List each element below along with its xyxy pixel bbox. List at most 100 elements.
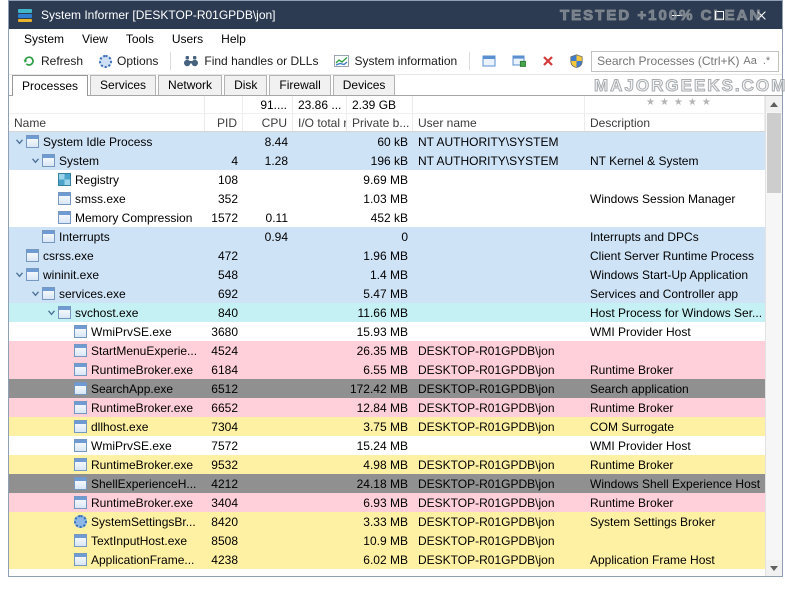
scroll-up-button[interactable] — [766, 96, 782, 112]
table-row[interactable]: TextInputHost.exe 8508 10.9 MB DESKTOP-R… — [9, 531, 765, 550]
table-row[interactable]: SystemSettingsBr... 8420 3.33 MB DESKTOP… — [9, 512, 765, 531]
column-header-io[interactable]: I/O total r... — [293, 114, 347, 131]
column-header-user-name[interactable]: User name — [413, 114, 585, 131]
tab-devices[interactable]: Devices — [333, 75, 396, 95]
table-row[interactable]: RuntimeBroker.exe 9532 4.98 MB DESKTOP-R… — [9, 455, 765, 474]
table-row[interactable]: WmiPrvSE.exe 7572 15.24 MB WMI Provider … — [9, 436, 765, 455]
column-header-pid[interactable]: PID — [205, 114, 243, 131]
private-bytes-cell: 6.02 MB — [347, 550, 413, 569]
maximize-button[interactable] — [698, 1, 740, 29]
table-row[interactable]: Interrupts 0.94 0 Interrupts and DPCs — [9, 227, 765, 246]
process-name: WmiPrvSE.exe — [91, 439, 172, 453]
user-name-cell: DESKTOP-R01GPDB\jon — [413, 360, 585, 379]
menu-tools[interactable]: Tools — [117, 29, 163, 48]
app-window-icon — [42, 154, 55, 167]
name-cell: Memory Compression — [9, 208, 205, 227]
cpu-cell: 0.11 — [243, 208, 293, 227]
process-name: System Idle Process — [43, 135, 152, 149]
private-bytes-cell: 5.47 MB — [347, 284, 413, 303]
table-row[interactable]: services.exe 692 5.47 MB Services and Co… — [9, 284, 765, 303]
description-cell: Runtime Broker — [585, 493, 765, 512]
table-row[interactable]: svchost.exe 840 11.66 MB Host Process fo… — [9, 303, 765, 322]
menu-view[interactable]: View — [73, 29, 117, 48]
table-row[interactable]: RuntimeBroker.exe 6184 6.55 MB DESKTOP-R… — [9, 360, 765, 379]
app-window-icon — [26, 135, 39, 148]
tab-network[interactable]: Network — [158, 75, 222, 95]
table-row[interactable]: SearchApp.exe 6512 172.42 MB DESKTOP-R01… — [9, 379, 765, 398]
options-button[interactable]: Options — [91, 50, 166, 72]
search-box: Aa .* — [591, 51, 779, 72]
match-case-toggle[interactable]: Aa — [740, 55, 759, 67]
app-window-icon — [74, 420, 87, 433]
pid-cell: 6652 — [205, 398, 243, 417]
description-cell: COM Surrogate — [585, 417, 765, 436]
pid-cell: 548 — [205, 265, 243, 284]
cpu-cell — [243, 512, 293, 531]
expand-chevron-icon[interactable] — [13, 137, 26, 146]
table-row[interactable]: RuntimeBroker.exe 3404 6.93 MB DESKTOP-R… — [9, 493, 765, 512]
system-information-button[interactable]: System information — [326, 50, 465, 72]
table-row[interactable]: System Idle Process 8.44 60 kB NT AUTHOR… — [9, 132, 765, 151]
expand-chevron-icon[interactable] — [45, 308, 58, 317]
table-row[interactable]: StartMenuExperie... 4524 26.35 MB DESKTO… — [9, 341, 765, 360]
table-row[interactable]: System 4 1.28 196 kB NT AUTHORITY\SYSTEM… — [9, 151, 765, 170]
column-header-cpu[interactable]: CPU — [243, 114, 293, 131]
column-header-description[interactable]: Description — [585, 114, 765, 131]
window-new-icon — [512, 55, 526, 67]
scroll-down-button[interactable] — [766, 560, 782, 576]
name-cell: svchost.exe — [9, 303, 205, 322]
app-window: System Informer [DESKTOP-R01GPDB\jon] Sy… — [8, 0, 783, 577]
refresh-button[interactable]: Refresh — [14, 50, 91, 72]
minimize-button[interactable] — [656, 1, 698, 29]
elevate-button[interactable] — [562, 50, 591, 72]
menu-help[interactable]: Help — [212, 29, 255, 48]
table-row[interactable]: ApplicationFrame... 4238 6.02 MB DESKTOP… — [9, 550, 765, 569]
table-row[interactable]: csrss.exe 472 1.96 MB Client Server Runt… — [9, 246, 765, 265]
private-bytes-cell: 6.55 MB — [347, 360, 413, 379]
new-window-button[interactable] — [504, 51, 534, 71]
menu-users[interactable]: Users — [163, 29, 212, 48]
tab-processes[interactable]: Processes — [12, 75, 88, 96]
private-bytes-cell: 9.69 MB — [347, 170, 413, 189]
close-button[interactable] — [740, 1, 782, 29]
process-name: StartMenuExperie... — [91, 344, 197, 358]
registry-icon — [58, 173, 71, 186]
search-input[interactable] — [597, 54, 740, 68]
delete-button[interactable] — [534, 51, 562, 71]
vertical-scrollbar[interactable] — [765, 96, 782, 576]
column-header-private-bytes[interactable]: Private b... — [347, 114, 413, 131]
expand-chevron-icon[interactable] — [29, 156, 42, 165]
tab-firewall[interactable]: Firewall — [269, 75, 330, 95]
column-header-name[interactable]: Name — [9, 114, 205, 131]
app-window-icon — [74, 458, 87, 471]
find-handles-button[interactable]: Find handles or DLLs — [175, 50, 326, 72]
table-row[interactable]: WmiPrvSE.exe 3680 15.93 MB WMI Provider … — [9, 322, 765, 341]
table-row[interactable]: RuntimeBroker.exe 6652 12.84 MB DESKTOP-… — [9, 398, 765, 417]
process-name: RuntimeBroker.exe — [91, 363, 193, 377]
regex-toggle[interactable]: .* — [760, 55, 773, 67]
uac-shield-icon — [570, 54, 583, 68]
table-row[interactable]: smss.exe 352 1.03 MB Windows Session Man… — [9, 189, 765, 208]
table-row[interactable]: dllhost.exe 7304 3.75 MB DESKTOP-R01GPDB… — [9, 417, 765, 436]
tab-services[interactable]: Services — [90, 75, 156, 95]
table-row[interactable]: wininit.exe 548 1.4 MB Windows Start-Up … — [9, 265, 765, 284]
tab-disk[interactable]: Disk — [224, 75, 267, 95]
private-bytes-cell: 196 kB — [347, 151, 413, 170]
window-button[interactable] — [474, 51, 504, 71]
scroll-thumb[interactable] — [767, 113, 781, 193]
process-name: services.exe — [59, 287, 126, 301]
expand-chevron-icon[interactable] — [13, 270, 26, 279]
table-row[interactable]: ShellExperienceH... 4212 24.18 MB DESKTO… — [9, 474, 765, 493]
table-row[interactable]: Memory Compression 1572 0.11 452 kB — [9, 208, 765, 227]
process-name: wininit.exe — [43, 268, 99, 282]
expand-chevron-icon[interactable] — [29, 289, 42, 298]
process-name: csrss.exe — [43, 249, 94, 263]
table-row[interactable]: Registry 108 9.69 MB — [9, 170, 765, 189]
cpu-cell — [243, 341, 293, 360]
app-window-icon — [74, 325, 87, 338]
gear-icon — [99, 55, 112, 68]
menu-system[interactable]: System — [15, 29, 73, 48]
menubar: System View Tools Users Help — [9, 29, 782, 48]
name-cell: WmiPrvSE.exe — [9, 322, 205, 341]
header-names-row: Name PID CPU I/O total r... Private b...… — [9, 114, 765, 132]
